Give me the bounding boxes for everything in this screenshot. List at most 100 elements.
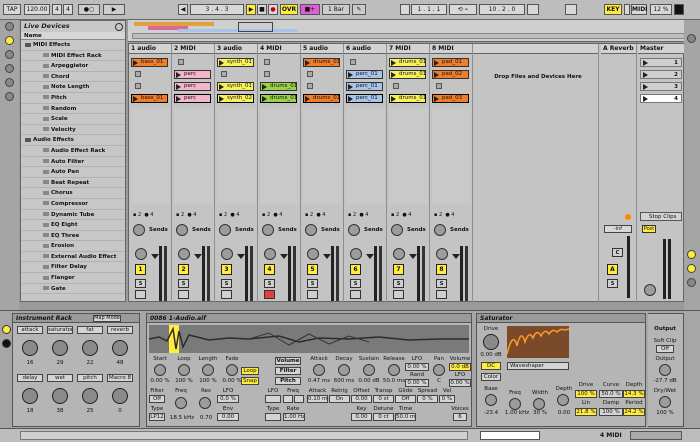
tap-button[interactable]: TAP (3, 4, 21, 15)
macro-knob[interactable] (112, 388, 128, 404)
track-name[interactable]: 4 MIDI (258, 44, 300, 54)
browser-device-item[interactable]: Auto Filter (21, 157, 125, 168)
color-button[interactable]: Color (481, 373, 501, 381)
loop-toggle[interactable]: Loop (241, 367, 259, 375)
metronome-button[interactable]: ●○ (78, 4, 100, 15)
browser-device-item[interactable]: EQ Three (21, 231, 125, 242)
clip-slot[interactable]: pad_01 (432, 58, 469, 67)
pan-knob[interactable] (436, 248, 448, 260)
filter-res-knob[interactable] (199, 397, 211, 409)
volume-arrow-icon[interactable] (409, 254, 417, 259)
clip-slot[interactable]: synth_01 (217, 82, 254, 91)
track-name[interactable]: 7 MIDI (387, 44, 429, 54)
scene-launch-button[interactable]: 2 (640, 70, 682, 79)
post-fader-button[interactable]: Post (642, 225, 656, 233)
clip-play-icon[interactable] (305, 60, 310, 66)
lfo-rate-value[interactable]: 1.00 Hz (283, 413, 305, 421)
period-value[interactable]: 24.2 % (623, 408, 645, 416)
clip-play-icon[interactable] (219, 60, 224, 66)
vel-value[interactable]: 0 % (439, 395, 455, 403)
computer-keyboard-button[interactable] (565, 4, 577, 15)
follow-button[interactable]: ▶ (103, 4, 125, 15)
clip-play-icon[interactable] (133, 60, 138, 66)
pan-knob[interactable] (135, 248, 147, 260)
browser-device-item[interactable]: MIDI Effect Rack (21, 51, 125, 62)
track-solo-button[interactable]: S (436, 279, 447, 288)
send-a-knob[interactable] (391, 224, 403, 236)
param-value[interactable]: 0.00 (351, 413, 372, 421)
punch-out-button[interactable] (527, 4, 539, 15)
clip-stop-button[interactable] (135, 71, 141, 77)
stop-button[interactable]: ■ (257, 4, 267, 15)
track-arm-button[interactable] (221, 290, 232, 299)
return-track-name[interactable]: A Reverb (601, 44, 636, 54)
clip-slot[interactable]: drums_01 (260, 82, 297, 91)
browser-device-item[interactable]: Chord (21, 72, 125, 83)
clip-stop-button[interactable] (307, 83, 313, 89)
browser-device-item[interactable]: External Audio Effect (21, 252, 125, 263)
lfo-type-select[interactable] (265, 413, 281, 421)
clip-stop-button[interactable] (350, 59, 356, 65)
send-a-knob[interactable] (434, 224, 446, 236)
punch-in-button[interactable] (400, 4, 410, 15)
clip-play-icon[interactable] (434, 72, 439, 78)
param-value[interactable]: 0.00 (351, 395, 372, 403)
browser-device-item[interactable]: EQ Eight (21, 220, 125, 231)
volume-arrow-icon[interactable] (151, 254, 159, 259)
output-knob[interactable] (659, 364, 671, 376)
clip-stop-button[interactable] (264, 59, 270, 65)
clip-stop-button[interactable] (135, 83, 141, 89)
track-name[interactable]: 5 audio (301, 44, 343, 54)
pitch-tab[interactable]: Pitch (275, 377, 301, 385)
midi-record-button[interactable]: ■+ (300, 4, 320, 15)
scene-launch-button[interactable]: 4 (640, 94, 682, 103)
envelope-knob[interactable] (363, 364, 375, 376)
search-icon[interactable] (115, 23, 123, 31)
drive-knob[interactable] (483, 334, 499, 350)
track-activator-button[interactable]: 3 (221, 264, 232, 275)
clip-slot[interactable]: perc (174, 94, 211, 103)
macro-knob[interactable] (22, 388, 38, 404)
filter-lfo-value[interactable]: 0.0 % (217, 395, 239, 403)
macro-label[interactable]: wet (47, 374, 73, 382)
clip-slot[interactable]: bass_01 (131, 94, 168, 103)
device-on-icon[interactable] (2, 325, 11, 334)
curve-value[interactable]: 50.0 % (599, 390, 623, 398)
return-activator-button[interactable]: A (607, 264, 618, 275)
returns-toggle-button[interactable] (687, 264, 696, 273)
send-a-knob[interactable] (305, 224, 317, 236)
stop-all-clips-button[interactable]: Stop Clips (640, 212, 682, 221)
param-value[interactable]: 0 st (373, 395, 394, 403)
overview-mini-display[interactable] (480, 431, 540, 440)
browser-device-item[interactable]: Random (21, 104, 125, 115)
pan-knob[interactable] (393, 248, 405, 260)
envelope-knob[interactable] (338, 364, 350, 376)
sends-toggle-button[interactable] (687, 250, 696, 259)
ws-depth-value[interactable]: 14.3 % (623, 390, 645, 398)
scene-launch-button[interactable]: 1 (640, 58, 682, 67)
browser-device-item[interactable]: Pitch (21, 93, 125, 104)
browser-device-item[interactable]: Filter Delay (21, 262, 125, 274)
sat-freq-knob[interactable] (509, 398, 521, 410)
volume-arrow-icon[interactable] (452, 254, 460, 259)
pan-knob[interactable] (264, 248, 276, 260)
detail-view-switch[interactable] (630, 431, 682, 440)
voices-select[interactable]: 6 (453, 413, 467, 421)
volume-lfo-value[interactable]: 0.00 % (449, 379, 471, 387)
track-solo-button[interactable]: S (135, 279, 146, 288)
clip-slot[interactable]: perc_01 (346, 94, 383, 103)
clip-play-icon[interactable] (219, 96, 224, 102)
drywet-knob[interactable] (659, 396, 671, 408)
macro-label[interactable]: pitch (77, 374, 103, 382)
browser-device-item[interactable]: Dynamic Tube (21, 210, 125, 221)
macro-label[interactable]: fat (77, 326, 103, 334)
scene-launch-button[interactable]: 3 (640, 82, 682, 91)
cue-volume-knob[interactable] (644, 284, 656, 296)
return-cue-button[interactable]: C (612, 248, 623, 257)
lin-value[interactable]: 21.8 % (575, 408, 597, 416)
volume-arrow-icon[interactable] (323, 254, 331, 259)
lfo-amount-value[interactable]: 0.00 % (405, 363, 429, 371)
lfo-sync-toggle[interactable] (294, 395, 304, 403)
drop-zone[interactable]: Drop Files and Devices Here (473, 44, 599, 303)
file-browser-button[interactable] (5, 64, 14, 73)
